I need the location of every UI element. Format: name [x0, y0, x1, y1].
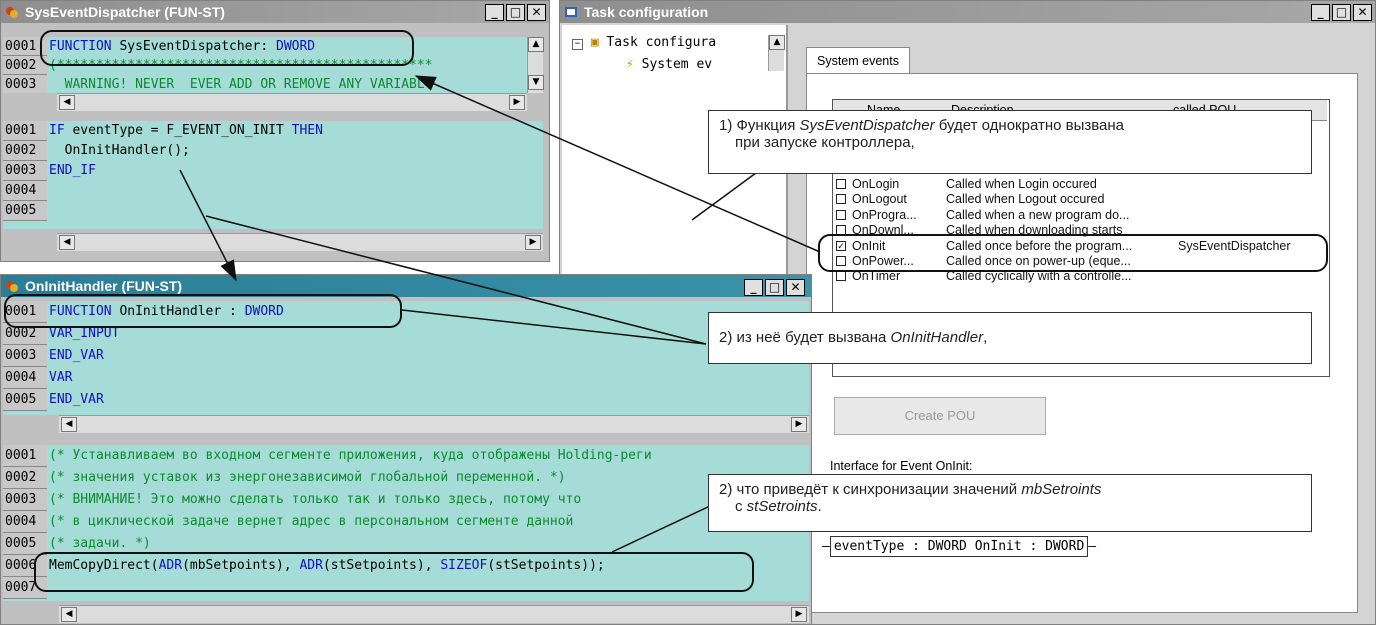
scroll-right-arrow-icon[interactable]: ▶ [509, 95, 525, 110]
line-number: 0002 [3, 467, 47, 489]
close-button[interactable]: ✕ [1353, 4, 1372, 21]
interface-label: Interface for Event OnInit: [830, 459, 973, 473]
tab-system-events[interactable]: System events [806, 47, 910, 74]
sysevent-decl-vscroll[interactable]: ▲ ▼ [527, 37, 544, 93]
scroll-up-arrow-icon[interactable]: ▲ [769, 35, 785, 50]
tree-vscroll[interactable]: ▲ [768, 35, 785, 71]
event-name: OnLogout [852, 192, 907, 207]
event-checkbox[interactable] [836, 179, 846, 189]
oninit-title: OnInitHandler (FUN-ST) [25, 278, 183, 294]
highlight-oninit-decl [4, 294, 402, 328]
sysevent-decl-hscroll[interactable]: ◀ ▶ [57, 93, 527, 111]
callout-1: 1) Функция SysEventDispatcher будет одно… [708, 110, 1312, 174]
minimize-button[interactable]: _ [1311, 4, 1330, 21]
task-config-icon [565, 7, 577, 17]
minimize-button[interactable]: _ [744, 279, 763, 296]
maximize-button[interactable]: □ [1332, 4, 1351, 21]
scroll-left-arrow-icon[interactable]: ◀ [59, 235, 75, 250]
event-name: OnProgra... [852, 207, 917, 222]
line-number: 0001 [3, 445, 47, 467]
code-line[interactable]: END_VAR [49, 345, 104, 367]
code-line[interactable]: (* значения уставок из энергонезависимой… [49, 467, 566, 489]
highlight-sysevent-decl [40, 30, 414, 66]
scroll-down-arrow-icon[interactable]: ▼ [528, 75, 544, 90]
oninit-decl-hscroll[interactable]: ◀ ▶ [59, 415, 809, 433]
sysevent-body-editor[interactable]: 0001 IF eventType = F_EVENT_ON_INIT THEN 0… [3, 121, 543, 229]
line-number: 0005 [3, 389, 47, 411]
code-line[interactable]: IF eventType = F_EVENT_ON_INIT THEN [49, 121, 323, 141]
line-number: 0003 [3, 489, 47, 511]
event-description: Called when a new program do... [946, 207, 1130, 222]
line-number: 0005 [3, 201, 47, 221]
task-config-titlebar[interactable]: Task configuration [560, 1, 1375, 23]
sysevent-titlebar[interactable]: SysEventDispatcher (FUN-ST) [1, 1, 549, 23]
lightning-icon: ⚡ [626, 57, 634, 72]
line-number: 0004 [3, 367, 47, 389]
scroll-left-arrow-icon[interactable]: ◀ [59, 95, 75, 110]
highlight-oninit-event [818, 234, 1328, 272]
line-number: 0003 [3, 75, 47, 93]
line-number: 0001 [3, 121, 47, 141]
scroll-left-arrow-icon[interactable]: ◀ [61, 417, 77, 432]
event-name: OnLogin [852, 177, 900, 191]
task-config-title: Task configuration [584, 4, 709, 20]
code-line[interactable]: (* в циклической задаче вернет адрес в п… [49, 511, 573, 533]
scroll-right-arrow-icon[interactable]: ▶ [791, 607, 807, 622]
interface-signature-box: eventType : DWORD OnInit : DWORD [829, 536, 1089, 557]
pou-icon [6, 7, 18, 18]
line-number: 0004 [3, 511, 47, 533]
line-number: 0005 [3, 533, 47, 555]
interface-signature: — eventType : DWORD OnInit : DWORD — [822, 536, 1096, 557]
callout-2: 2) из неё будет вызвана OnInitHandler, [708, 312, 1312, 364]
event-checkbox[interactable] [836, 271, 846, 282]
line-number: 0003 [3, 161, 47, 181]
pou-icon [6, 281, 18, 292]
tab-label: System events [817, 54, 899, 68]
scroll-up-arrow-icon[interactable]: ▲ [528, 37, 544, 52]
create-pou-label: Create POU [904, 408, 976, 423]
close-button[interactable]: ✕ [527, 4, 546, 21]
tree-collapse-icon[interactable]: − [572, 39, 583, 50]
scroll-right-arrow-icon[interactable]: ▶ [525, 235, 541, 250]
tree-item-label: Task configura [606, 35, 717, 50]
callout-3: 2) что приведёт к синхронизации значений… [708, 474, 1312, 532]
line-number: 0003 [3, 345, 47, 367]
code-line[interactable]: (* Устанавливаем во входном сегменте при… [49, 445, 652, 467]
oninit-body-hscroll[interactable]: ◀ ▶ [59, 605, 809, 623]
sysevent-body-hscroll[interactable]: ◀ ▶ [57, 233, 543, 251]
line-number: 0004 [3, 181, 47, 201]
event-checkbox[interactable] [836, 209, 846, 220]
code-line[interactable]: (* ВНИМАНИЕ! Это можно сделать только та… [49, 489, 581, 511]
tree-item-task-config[interactable]: − ▣ Task configura [572, 35, 716, 50]
event-description: Called when Login occured [946, 177, 1097, 191]
create-pou-button[interactable]: Create POU [834, 397, 1046, 435]
maximize-button[interactable]: □ [765, 279, 784, 296]
task-folder-icon: ▣ [590, 35, 599, 50]
code-line[interactable]: VAR [49, 367, 72, 389]
code-line[interactable]: WARNING! NEVER EVER ADD OR REMOVE ANY VA… [49, 75, 425, 93]
sysevent-title: SysEventDispatcher (FUN-ST) [25, 4, 225, 20]
tree-item-label: System ev [641, 57, 713, 72]
line-number: 0002 [3, 141, 47, 161]
close-button[interactable]: ✕ [786, 279, 805, 296]
scroll-right-arrow-icon[interactable]: ▶ [791, 417, 807, 432]
scroll-left-arrow-icon[interactable]: ◀ [61, 607, 77, 622]
tree-item-system-events[interactable]: ⚡ System ev [626, 57, 712, 72]
highlight-memcopy [34, 552, 754, 592]
minimize-button[interactable]: _ [485, 4, 504, 21]
event-checkbox[interactable] [836, 194, 846, 205]
code-line[interactable]: OnInitHandler(); [49, 141, 190, 161]
code-line[interactable]: END_VAR [49, 389, 104, 411]
code-line[interactable]: END_IF [49, 161, 96, 181]
maximize-button[interactable]: □ [506, 4, 525, 21]
event-description: Called when Logout occured [946, 192, 1105, 207]
